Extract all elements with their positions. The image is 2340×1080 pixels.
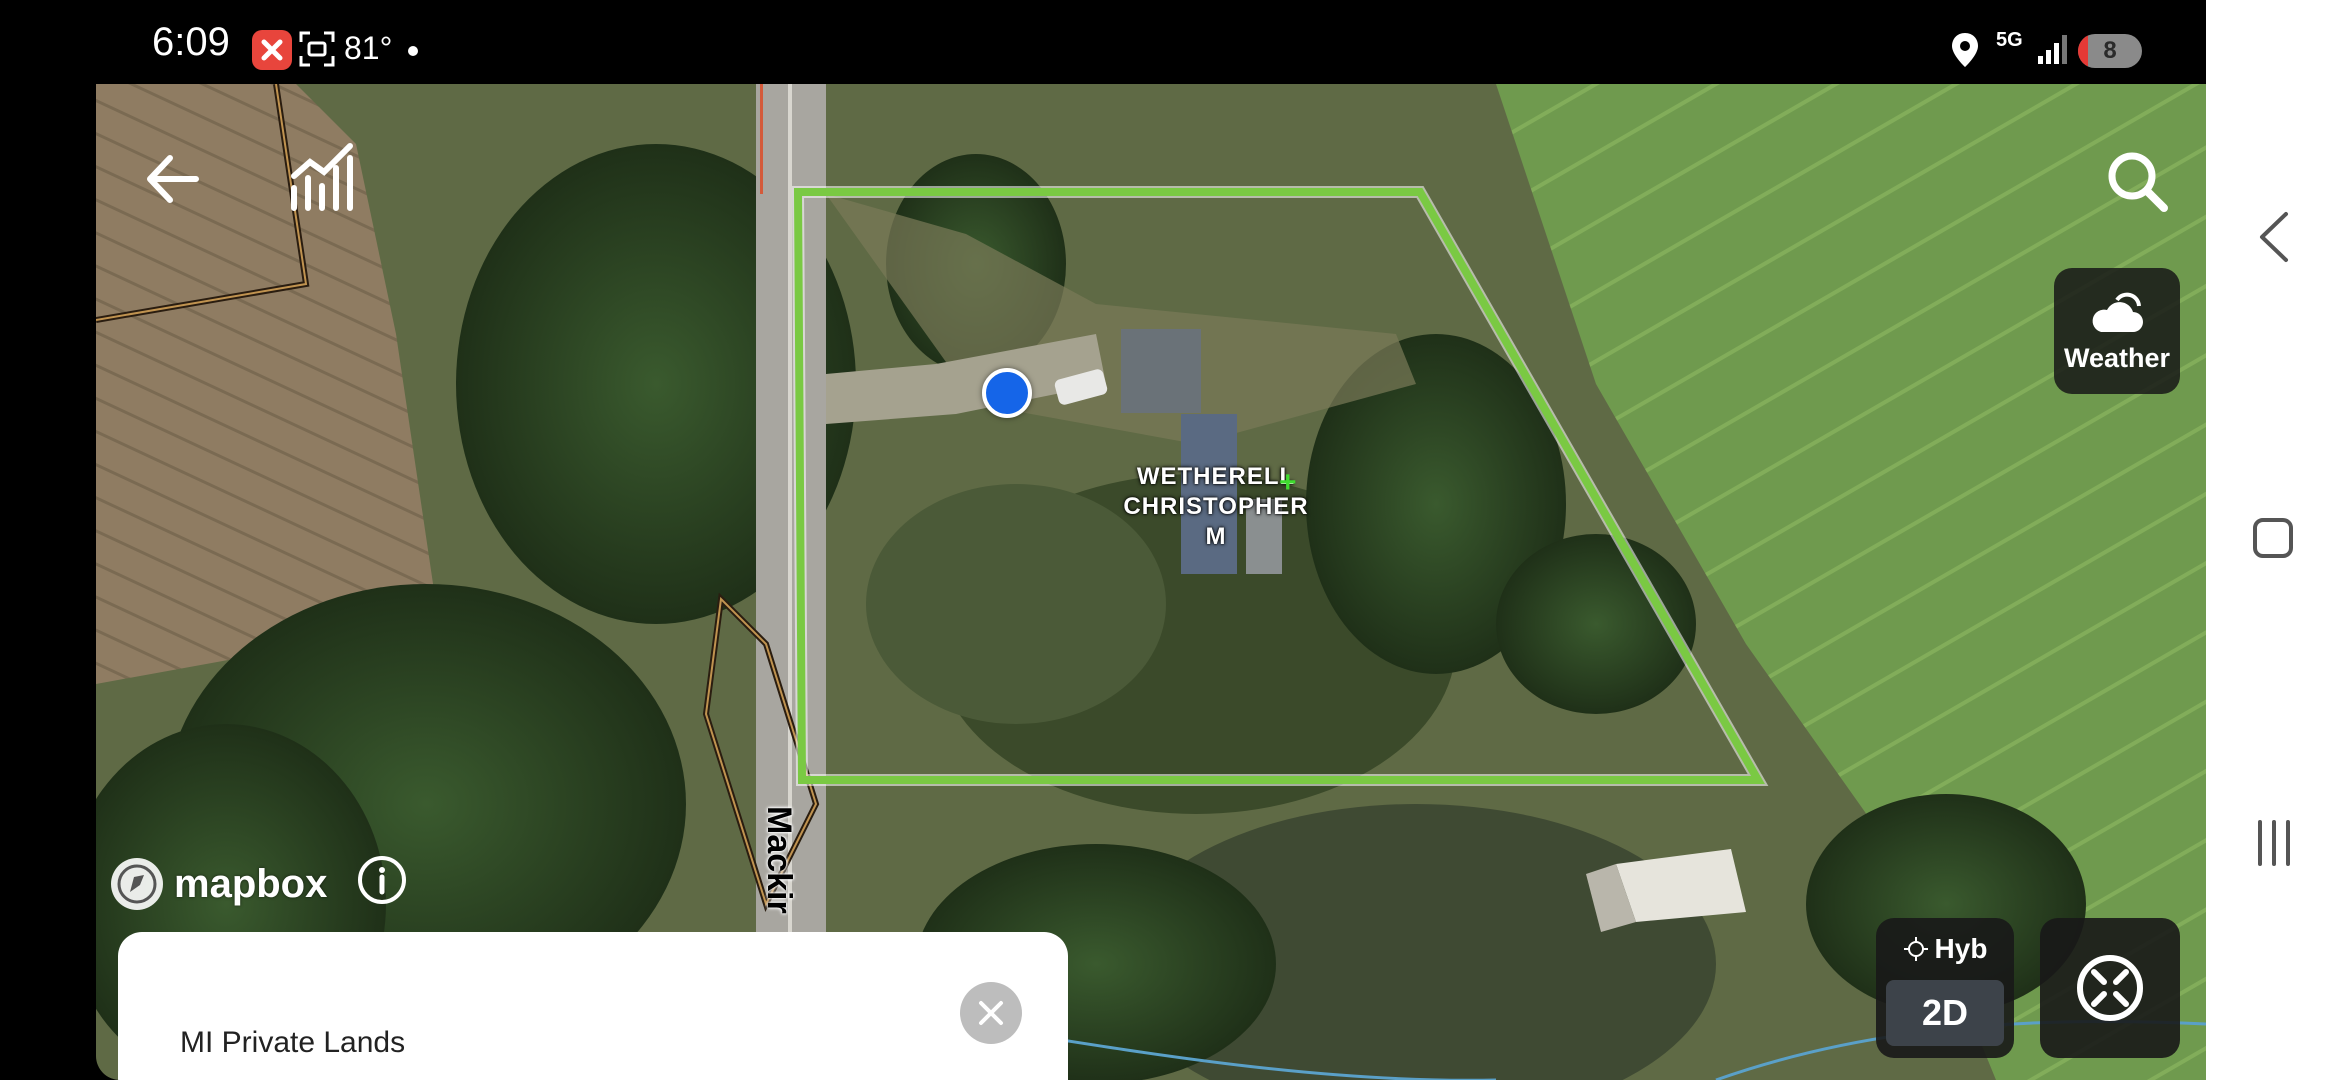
weather-button[interactable]: Weather: [2054, 268, 2180, 394]
signal-icon: [2036, 32, 2070, 71]
nav-recents-icon[interactable]: [2256, 820, 2292, 866]
crosshair-icon: [1903, 937, 1928, 961]
battery-level: 8: [2103, 37, 2117, 64]
locate-icon: [2077, 955, 2143, 1021]
back-button[interactable]: [136, 144, 216, 214]
owner-label-line: M: [1205, 523, 1227, 550]
search-button[interactable]: [2098, 142, 2178, 222]
map-view[interactable]: WETHERELL CHRISTOPHER M + Mackir Weather: [96, 84, 2206, 1080]
elevation-chart-button[interactable]: [280, 138, 360, 218]
system-navigation-bar: [2206, 0, 2340, 1080]
view-mode-button[interactable]: 2D: [1886, 980, 2004, 1046]
status-temperature: 81°: [344, 30, 393, 66]
layer-mode-button[interactable]: Hyb: [1876, 918, 2014, 980]
recenter-button[interactable]: [2040, 918, 2180, 1058]
notification-dot-icon: [408, 46, 418, 56]
chart-icon: [291, 143, 353, 211]
battery-icon: 8: [2078, 34, 2142, 68]
parcel-center-icon: +: [1279, 466, 1297, 499]
parcel-info-sheet[interactable]: MI Private Lands WETHERELL, CHRISTOP: [118, 932, 1068, 1080]
close-icon: [979, 1001, 1003, 1025]
status-bar: 6:09 81° 5G 8: [96, 0, 2206, 84]
parcel-source-label: MI Private Lands: [180, 1026, 406, 1059]
nav-back-icon[interactable]: [2256, 210, 2292, 264]
arrow-left-icon: [147, 155, 199, 203]
close-notification-icon: [252, 30, 292, 70]
status-time: 6:09: [152, 20, 230, 64]
attribution-info-button[interactable]: [356, 854, 408, 906]
weather-label: Weather: [2063, 343, 2171, 373]
close-sheet-button[interactable]: [960, 982, 1022, 1044]
network-type: 5G: [1996, 29, 2023, 51]
map-layer-toggle[interactable]: Hyb 2D: [1876, 918, 2014, 1058]
parcel-owner-title: WETHERELL, CHRISTOP: [174, 1068, 880, 1080]
screenshot-icon: [298, 30, 336, 73]
mapbox-icon: [111, 858, 163, 910]
mapbox-logo: mapbox: [108, 854, 327, 914]
layer-mode-label: Hyb: [1934, 933, 1988, 964]
info-icon: [358, 856, 406, 904]
user-location-dot: [982, 368, 1032, 418]
road-label: Mackir: [760, 806, 798, 914]
nav-home-icon[interactable]: [2253, 518, 2293, 558]
cloud-sun-icon: [2092, 292, 2143, 332]
location-icon: [1951, 32, 1979, 73]
mapbox-wordmark: mapbox: [174, 861, 328, 906]
search-icon: [2108, 152, 2168, 212]
